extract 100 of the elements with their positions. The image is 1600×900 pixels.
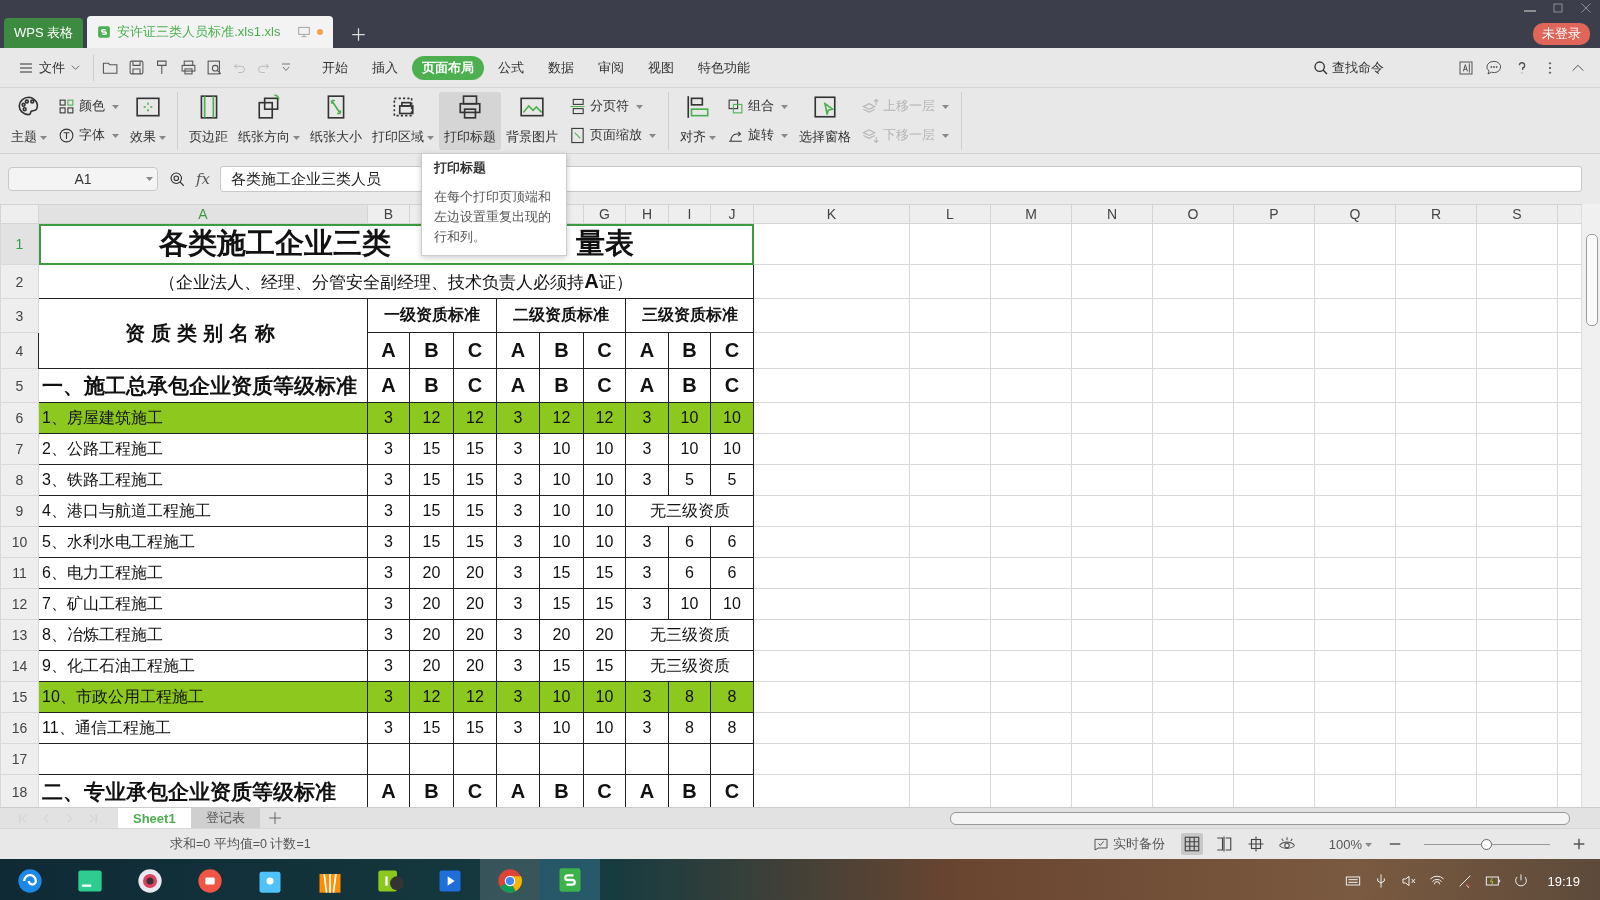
table-cell: 11、通信工程施工 (38, 712, 368, 744)
menu-tab[interactable]: 审阅 (588, 55, 634, 80)
name-box[interactable]: A1 (8, 167, 158, 191)
row-header[interactable]: 11 (0, 557, 39, 589)
menu-tab[interactable]: 公式 (488, 55, 534, 80)
column-header[interactable]: O (1152, 204, 1234, 224)
column-header[interactable]: L (909, 204, 991, 224)
table-cell: A (367, 368, 410, 403)
column-header[interactable]: G (583, 204, 626, 224)
column-header[interactable]: S (1476, 204, 1558, 224)
row-header[interactable]: 10 (0, 526, 39, 558)
table-cell: 3 (367, 619, 410, 651)
table-cell: C (583, 368, 626, 403)
app-tab[interactable]: WPS 表格 (4, 18, 84, 48)
file-menu[interactable]: 文件 (14, 55, 85, 80)
minimize-icon (1524, 10, 1536, 12)
menu-tab[interactable]: 数据 (538, 55, 584, 80)
row-header[interactable]: 13 (0, 619, 39, 651)
column-header[interactable]: J (710, 204, 754, 224)
table-cell: B (668, 332, 711, 369)
table-cell: 20 (453, 619, 497, 651)
ribbon-button[interactable]: 效果 (125, 92, 171, 150)
view-mode-button[interactable] (1180, 833, 1203, 855)
swirl-icon (16, 867, 44, 895)
column-header[interactable]: K (753, 204, 910, 224)
print-icon (180, 59, 197, 76)
table-cell: 10 (539, 433, 584, 465)
ribbon-button[interactable]: 打印区域 (367, 92, 439, 150)
ribbon-button[interactable]: 纸张方向 (233, 92, 305, 150)
keyboard-icon (1345, 873, 1362, 889)
ribbon-button[interactable]: 纸张大小 (305, 92, 367, 150)
table-cell: 15 (409, 712, 454, 744)
row-header[interactable]: 4 (0, 332, 39, 369)
vertical-scrollbar[interactable] (1581, 204, 1600, 807)
menu-tab[interactable]: 特色功能 (688, 55, 760, 80)
ribbon-button[interactable]: 对齐 (675, 92, 721, 150)
font-circle-icon (58, 127, 75, 144)
zoom-in-icon (1572, 837, 1586, 851)
table-cell: 3 (367, 433, 410, 465)
ribbon-button[interactable]: 背景图片 (501, 92, 563, 150)
column-header[interactable]: M (990, 204, 1072, 224)
page-scale-icon (569, 127, 586, 144)
ribbon-button[interactable]: 颜色 (56, 96, 121, 117)
taskbar-app[interactable] (540, 859, 600, 900)
ribbon-button[interactable]: 分页符 (567, 96, 658, 117)
row-header[interactable]: 3 (0, 298, 39, 333)
column-header[interactable]: I (668, 204, 711, 224)
row-header[interactable]: 5 (0, 368, 39, 403)
menu-tab[interactable]: 开始 (312, 55, 358, 80)
column-header[interactable]: P (1233, 204, 1315, 224)
zoom-thumb[interactable] (1481, 838, 1492, 850)
caret-icon (427, 135, 434, 140)
function-label[interactable]: fx (196, 170, 210, 188)
command-search[interactable]: 查找命令 (1313, 58, 1384, 77)
ribbon-button[interactable]: 页面缩放 (567, 125, 658, 146)
table-cell: 10 (710, 433, 754, 465)
row-header[interactable]: 16 (0, 712, 39, 744)
table-cell: 8 (710, 712, 754, 744)
column-header[interactable]: H (625, 204, 669, 224)
backup-button[interactable]: 实时备份 (1082, 834, 1171, 854)
column-header[interactable]: Q (1314, 204, 1396, 224)
row-header[interactable]: 12 (0, 588, 39, 620)
row-header[interactable]: 8 (0, 464, 39, 496)
ribbon-button[interactable]: 字体 (56, 125, 121, 146)
row-header[interactable]: 7 (0, 433, 39, 465)
ribbon-button[interactable]: 页边距 (184, 92, 233, 150)
caret-icon (112, 133, 119, 138)
column-header[interactable]: R (1395, 204, 1477, 224)
row-header[interactable]: 18 (0, 774, 39, 807)
zoom-level[interactable]: 100% (1322, 835, 1378, 853)
sheet-tab[interactable]: 登记表 (190, 808, 260, 828)
menu-tab[interactable]: 视图 (638, 55, 684, 80)
table-cell: 3 (367, 650, 410, 682)
table-cell: 6 (668, 526, 711, 558)
backup-icon (1092, 836, 1109, 852)
table-cell: 15 (453, 433, 497, 465)
column-header[interactable]: B (367, 204, 410, 224)
group-icon (727, 98, 744, 115)
menu-tab[interactable]: 插入 (362, 55, 408, 80)
ribbon-button[interactable]: 选择窗格 (794, 92, 856, 150)
selection-pane-icon (812, 94, 838, 120)
table-cell: 10 (539, 495, 584, 527)
row-header[interactable]: 17 (0, 743, 39, 775)
ribbon-button[interactable]: 打印标题 (439, 92, 501, 150)
row-header[interactable]: 15 (0, 681, 39, 713)
row-header[interactable]: 6 (0, 402, 39, 434)
ribbon-button[interactable]: 组合 (725, 96, 790, 117)
table-cell: 2、公路工程施工 (38, 433, 368, 465)
row-header[interactable]: 14 (0, 650, 39, 682)
ribbon-button[interactable]: 主题 (6, 92, 52, 150)
column-header[interactable]: N (1071, 204, 1153, 224)
row-header[interactable]: 2 (0, 264, 39, 299)
table-cell: 3 (367, 712, 410, 744)
zoom-search-icon (168, 170, 186, 188)
row-header[interactable]: 9 (0, 495, 39, 527)
caret-icon (112, 104, 119, 109)
table-cell: 6 (668, 557, 711, 589)
table-cell: C (453, 332, 497, 369)
horizontal-scrollbar[interactable] (950, 811, 1570, 825)
ribbon-button[interactable]: 旋转 (725, 125, 790, 146)
